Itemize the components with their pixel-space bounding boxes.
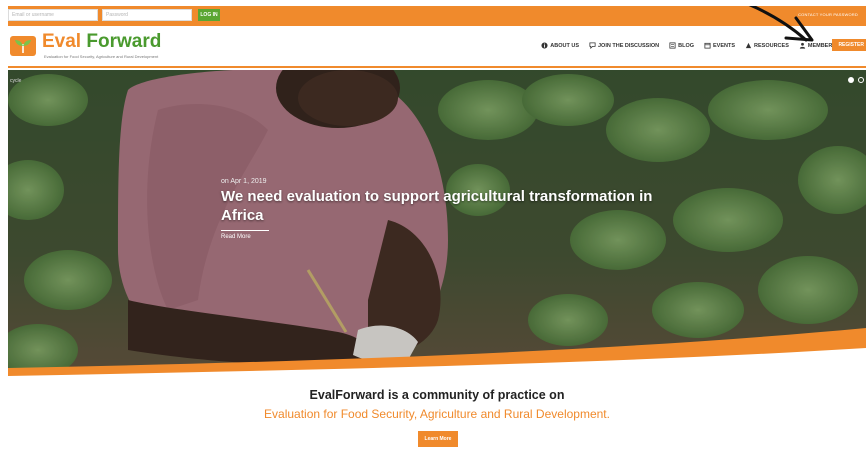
brand-tagline: Evaluation for Food Security, Agricultur…	[44, 54, 159, 59]
login-button[interactable]: LOG IN	[198, 9, 220, 21]
nav-label: ABOUT US	[550, 42, 579, 49]
username-input[interactable]: Email or username	[8, 9, 98, 21]
read-more-link[interactable]: Read More	[221, 234, 251, 240]
hero-date: on Apr 1, 2019	[221, 178, 267, 185]
mission-section: EvalForward is a community of practice o…	[8, 388, 866, 421]
annotation-arrow-icon	[748, 6, 814, 42]
browser-page: Email or username Password LOG IN CONTAC…	[8, 6, 866, 458]
mission-subheading: Evaluation for Food Security, Agricultur…	[264, 407, 610, 421]
blog-icon	[669, 42, 676, 49]
mission-heading: EvalForward is a community of practice o…	[309, 388, 565, 402]
nav-about-us[interactable]: ABOUT US	[541, 42, 579, 49]
password-input[interactable]: Password	[102, 9, 192, 21]
hero-title-divider	[221, 230, 269, 231]
evalforward-logo-icon[interactable]	[10, 36, 36, 56]
slider-dot-2[interactable]	[858, 77, 864, 83]
brand-name[interactable]: Eval Forward	[42, 32, 161, 52]
nav-blog[interactable]: BLOG	[669, 42, 694, 49]
nav-label: JOIN THE DISCUSSION	[598, 42, 660, 49]
nav-join-discussion[interactable]: JOIN THE DISCUSSION	[589, 42, 659, 49]
slider-dot-1[interactable]	[848, 77, 854, 83]
info-icon	[541, 42, 548, 49]
hero-photo-farmer-field	[8, 70, 866, 380]
learn-more-button[interactable]: Learn More	[418, 431, 458, 447]
brand-forward: Forward	[86, 31, 162, 52]
slider-dots	[844, 77, 864, 83]
hero-title[interactable]: We need evaluation to support agricultur…	[221, 187, 661, 225]
brand-eval: Eval	[42, 31, 82, 52]
slide-label: cycle	[10, 78, 22, 84]
nav-label: BLOG	[678, 42, 695, 49]
hero-slider[interactable]: cycle on Apr 1, 2019 We need evaluation …	[8, 70, 866, 380]
discussion-icon	[589, 42, 596, 49]
